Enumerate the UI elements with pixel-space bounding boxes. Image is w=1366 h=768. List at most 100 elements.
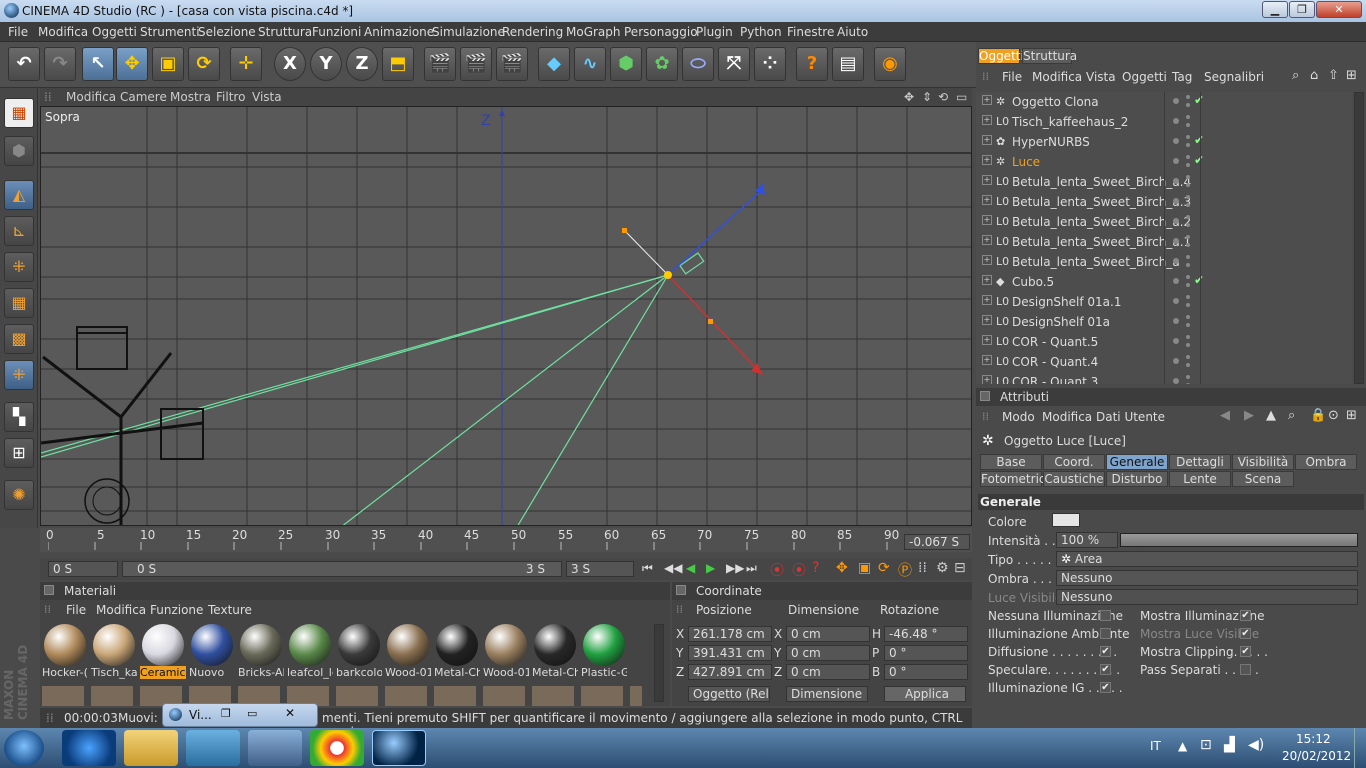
render-visibility-dot[interactable] (1186, 343, 1190, 347)
new-panel-icon[interactable]: ⊞ (1346, 408, 1357, 423)
search-icon[interactable]: ⌕ (1292, 68, 1299, 83)
sculpt-icon[interactable]: ✺ (4, 480, 34, 510)
obj-menu-tag[interactable]: Tag (1172, 70, 1192, 84)
material-swatch[interactable]: Metal-Ch (434, 622, 480, 680)
menu-personaggio[interactable]: Personaggio (624, 25, 698, 39)
panel-close-icon[interactable] (44, 585, 54, 595)
render-visibility-dot[interactable] (1186, 323, 1190, 327)
vp-menu-camere[interactable]: Camere (120, 90, 167, 104)
render-visibility-dot[interactable] (1186, 303, 1190, 307)
expand-icon[interactable]: + (982, 335, 992, 345)
editor-visibility-dot[interactable] (1173, 338, 1179, 344)
render-visibility-dot[interactable] (1186, 163, 1190, 167)
close-button[interactable]: ✕ (1316, 1, 1362, 18)
goto-start-icon[interactable]: ⏮ (642, 561, 653, 576)
polygons-mode-icon[interactable]: ▩ (4, 324, 34, 354)
expand-icon[interactable]: + (982, 155, 992, 165)
menu-mograph[interactable]: MoGraph (566, 25, 621, 39)
pos-x-field[interactable]: 261.178 cm (688, 626, 772, 642)
render-visibility-dot[interactable] (1186, 203, 1190, 207)
intensity-slider[interactable] (1120, 533, 1358, 547)
rot-b-field[interactable]: 0 ° (884, 664, 968, 680)
vp-menu-vista[interactable]: Vista (252, 90, 282, 104)
web-icon[interactable]: ◉ (874, 47, 906, 81)
materials-scrollbar[interactable] (654, 624, 664, 702)
rotate-icon[interactable]: ⟳ (188, 47, 220, 81)
expand-icon[interactable]: + (982, 215, 992, 225)
arrow-up-icon[interactable]: ⇧ (1328, 68, 1339, 83)
editor-visibility-dot[interactable] (1173, 258, 1179, 264)
object-row[interactable]: + L0 COR - Quant.5 (980, 332, 1340, 352)
material-swatch[interactable]: Nuovo (189, 622, 233, 680)
render-visibility-dot[interactable] (1186, 295, 1190, 299)
key-param-icon[interactable]: Ⓟ (898, 560, 912, 580)
render-visibility-dot[interactable] (1186, 275, 1190, 279)
start-frame-field[interactable]: 0 S (48, 561, 118, 577)
render-visibility-dot[interactable] (1186, 355, 1190, 359)
home-icon[interactable]: ⌂ (1310, 68, 1318, 83)
render-visibility-dot[interactable] (1186, 123, 1190, 127)
nurbs-icon[interactable]: ⬢ (610, 47, 642, 81)
attr-menu-modifica[interactable]: Modifica (1042, 410, 1092, 424)
panel-close-icon[interactable] (676, 585, 686, 595)
object-row[interactable]: + L0 Betula_lenta_Sweet_Birch_a.3 (980, 192, 1340, 212)
play-icon[interactable]: ▶ (706, 561, 715, 575)
material-swatch[interactable]: Plastic-G (581, 622, 627, 680)
spline-icon[interactable]: ∿ (574, 47, 606, 81)
goto-end-icon[interactable]: ⏭ (746, 561, 757, 576)
vp-maximize-icon[interactable]: ▭ (956, 90, 967, 104)
mat-menu-file[interactable]: File (66, 603, 86, 617)
render-visibility-dot[interactable] (1186, 223, 1190, 227)
visible-light-dropdown[interactable]: Nessuno (1056, 589, 1358, 605)
clock-date[interactable]: 20/02/2012 (1282, 749, 1351, 763)
object-row[interactable]: + L0 Betula_lenta_Sweet_Birch_a (980, 252, 1340, 272)
material-swatch[interactable]: Bricks-Al (238, 622, 284, 680)
show-hidden-icons-icon[interactable]: ▲ (1178, 739, 1187, 753)
next-frame-icon[interactable]: ▶▶ (726, 561, 744, 575)
cinema4d-taskbar-icon[interactable] (372, 730, 426, 766)
obj-menu-segnalibri[interactable]: Segnalibri (1204, 70, 1264, 84)
object-row[interactable]: + L0 Betula_lenta_Sweet_Birch_a.2 (980, 212, 1340, 232)
scale-icon[interactable]: ▣ (152, 47, 184, 81)
render-visibility-dot[interactable] (1186, 143, 1190, 147)
color-swatch[interactable] (1052, 513, 1080, 527)
scene-icon[interactable]: ⤧ (718, 47, 750, 81)
object-row[interactable]: + L0 COR - Quant.4 (980, 352, 1340, 372)
float-restore-icon[interactable]: ❐ (221, 707, 231, 720)
mat-menu-modifica[interactable]: Modifica (96, 603, 146, 617)
menu-modifica[interactable]: Modifica (38, 25, 88, 39)
tab-generale[interactable]: Generale (1106, 454, 1168, 470)
3d-viewport[interactable]: Sopra Z (40, 106, 972, 526)
tab-disturbo[interactable]: Disturbo (1106, 471, 1168, 487)
rot-p-field[interactable]: 0 ° (884, 645, 968, 661)
chrome-icon[interactable] (310, 730, 364, 766)
tab-coord[interactable]: Coord. (1043, 454, 1105, 470)
timeline-settings-icon[interactable]: ⚙ (936, 560, 949, 576)
float-close-icon[interactable]: ✕ (285, 706, 295, 720)
key-pla-icon[interactable]: ⁞⁞ (918, 560, 927, 576)
play-reverse-icon[interactable]: ◀ (686, 561, 695, 575)
render-visibility-dot[interactable] (1186, 235, 1190, 239)
editor-visibility-dot[interactable] (1173, 138, 1179, 144)
editor-visibility-dot[interactable] (1173, 218, 1179, 224)
editor-visibility-dot[interactable] (1173, 158, 1179, 164)
search-icon[interactable]: ⌕ (1288, 408, 1295, 423)
attr-menu-modo[interactable]: Modo (1002, 410, 1035, 424)
render-visibility-dot[interactable] (1186, 363, 1190, 367)
render-visibility-dot[interactable] (1186, 243, 1190, 247)
forward-arrow-icon[interactable]: ▶ (1244, 408, 1254, 423)
editor-visibility-dot[interactable] (1173, 98, 1179, 104)
layout-icon[interactable]: ▤ (832, 47, 864, 81)
object-row[interactable]: +✲Luce✔ (980, 152, 1340, 172)
expand-icon[interactable]: + (982, 175, 992, 185)
editor-visibility-dot[interactable] (1173, 178, 1179, 184)
expand-icon[interactable]: + (982, 135, 992, 145)
material-swatch[interactable]: Hocker-( (42, 622, 88, 680)
render-visibility-dot[interactable] (1186, 255, 1190, 259)
tab-base[interactable]: Base (980, 454, 1042, 470)
render-visibility-dot[interactable] (1186, 135, 1190, 139)
language-indicator[interactable]: IT (1150, 739, 1161, 753)
material-swatch[interactable]: Wood-01 (483, 622, 529, 680)
render-visibility-dot[interactable] (1186, 315, 1190, 319)
start-button[interactable] (4, 730, 44, 766)
